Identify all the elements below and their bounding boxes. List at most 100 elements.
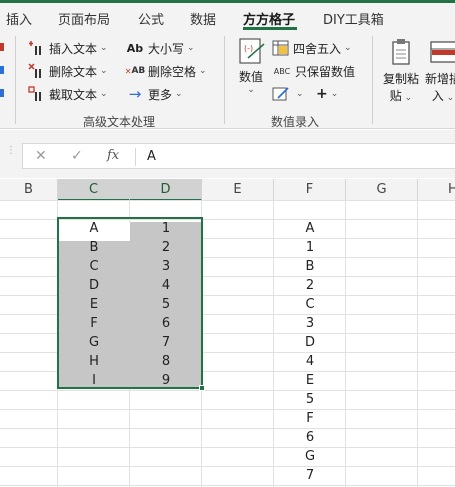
chevron-down-icon: ⌄: [330, 89, 339, 99]
more-button[interactable]: → 更多 ⌄: [125, 84, 183, 104]
cell-f[interactable]: 3: [274, 314, 346, 333]
copy-paste-label: 复制粘: [382, 72, 419, 86]
delete-space-label: 删除空格: [148, 64, 197, 79]
tab-formulas[interactable]: 公式: [138, 9, 164, 28]
grid-line: [0, 466, 455, 467]
formula-bar-area: ⋮ ✕ ✓ fx A: [0, 130, 455, 178]
cell-f[interactable]: 4: [274, 352, 346, 371]
delete-text-label: 删除文本: [49, 64, 98, 79]
cell-f[interactable]: 7: [274, 466, 346, 485]
clipped-icon: [0, 43, 4, 51]
column-header-e[interactable]: E: [202, 179, 274, 201]
group-label-number-input: 数值录入: [271, 115, 320, 129]
group-separator: [224, 36, 225, 124]
grid-line: [417, 201, 418, 487]
grid-line: [0, 428, 455, 429]
cut-text-label: 截取文本: [49, 87, 98, 102]
fx-icon[interactable]: fx: [107, 148, 119, 163]
chevron-down-icon: ⌄: [100, 89, 108, 99]
chevron-down-icon: ⌄: [187, 43, 195, 53]
round-button[interactable]: 四舍五入 ⌄: [272, 38, 352, 58]
cancel-icon[interactable]: ✕: [35, 148, 47, 164]
case-label: 大小写: [148, 41, 185, 56]
round-icon: [272, 40, 290, 56]
cell-f[interactable]: G: [274, 447, 346, 466]
tab-diy-toolbox[interactable]: DIY工具箱: [323, 9, 384, 28]
delete-space-button[interactable]: ✕ AB 删除空格 ⌄: [125, 61, 207, 81]
column-header-d[interactable]: D: [130, 179, 202, 201]
formula-bar-separator: [135, 148, 136, 166]
tab-page-layout[interactable]: 页面布局: [58, 9, 110, 28]
fill-handle[interactable]: [199, 385, 205, 391]
insert-add-label-line2: 入 ⌄: [431, 89, 455, 103]
chevron-down-icon: ⌄: [175, 89, 183, 99]
copy-paste-label-line2: 贴 ⌄: [389, 89, 413, 103]
cell-f[interactable]: C: [274, 295, 346, 314]
grid-line: [0, 485, 455, 486]
more-label: 更多: [148, 87, 173, 102]
chevron-down-icon: ⌄: [296, 89, 304, 99]
grid-line: [0, 200, 455, 201]
formula-bar: ✕ ✓ fx A: [22, 143, 455, 169]
case-icon: Ab: [126, 41, 144, 55]
cell-f[interactable]: B: [274, 257, 346, 276]
insert-add-button[interactable]: 新增插 入 ⌄: [423, 38, 455, 104]
cell-f[interactable]: E: [274, 371, 346, 390]
chevron-down-icon: ⌄: [344, 43, 352, 53]
keep-value-icon: ABC: [273, 66, 291, 76]
cell-f[interactable]: 1: [274, 238, 346, 257]
chevron-down-icon: ⌄: [100, 66, 108, 76]
group-separator: [15, 36, 16, 124]
group-label-text-processing: 高级文本处理: [83, 115, 156, 129]
insert-add-label: 新增插: [424, 72, 455, 86]
confirm-icon[interactable]: ✓: [71, 148, 83, 164]
ribbon: 插入文本 ⌄ 删除文本 ⌄ 截取文本 ⌄ Ab 大小写 ⌄ ✕ AB 删除空格 ⌄…: [0, 30, 455, 129]
grid-line: [0, 447, 455, 448]
column-header-g[interactable]: G: [346, 179, 418, 201]
formula-input[interactable]: A: [147, 149, 156, 164]
value-button[interactable]: (-) 数值 ⌄: [234, 36, 268, 95]
cell-f[interactable]: 5: [274, 390, 346, 409]
group-separator: [372, 36, 373, 124]
value-label: 数值: [238, 70, 263, 84]
fill-edit-button[interactable]: ⌄: [272, 84, 304, 104]
drag-handle-icon[interactable]: ⋮: [6, 146, 16, 156]
cell-f[interactable]: A: [274, 219, 346, 238]
grid-line: [0, 409, 455, 410]
tab-data[interactable]: 数据: [190, 9, 216, 28]
plus-button[interactable]: + ⌄: [316, 84, 338, 104]
clipboard-icon: [386, 38, 416, 68]
column-header-b[interactable]: B: [0, 179, 58, 201]
column-header-c[interactable]: C: [58, 179, 130, 201]
plus-icon: +: [316, 86, 328, 102]
round-label: 四舍五入: [293, 41, 342, 56]
ribbon-tabs: 插入 页面布局 公式 数据 方方格子 DIY工具箱: [0, 3, 455, 30]
delete-text-icon: [28, 63, 46, 79]
edit-pencil-icon: [272, 86, 290, 102]
tab-insert[interactable]: 插入: [6, 9, 32, 28]
svg-text:(-): (-): [244, 44, 253, 53]
delete-text-button[interactable]: 删除文本 ⌄: [28, 61, 108, 81]
copy-paste-button[interactable]: 复制粘 贴 ⌄: [380, 38, 422, 104]
arrow-right-icon: →: [128, 85, 142, 103]
cell-f[interactable]: 6: [274, 428, 346, 447]
cell-f[interactable]: F: [274, 409, 346, 428]
selection-border: [57, 217, 203, 389]
insert-text-button[interactable]: 插入文本 ⌄: [28, 38, 108, 58]
cell-f[interactable]: 2: [274, 276, 346, 295]
delete-space-icon: ✕ AB: [124, 66, 146, 76]
cut-text-icon: [28, 86, 46, 102]
tab-fangfang-gezi[interactable]: 方方格子: [243, 9, 295, 28]
keep-value-button[interactable]: ABC 只保留数值: [272, 61, 355, 81]
insert-text-label: 插入文本: [49, 41, 98, 56]
case-button[interactable]: Ab 大小写 ⌄: [125, 38, 195, 58]
chevron-down-icon: ⌄: [247, 85, 255, 95]
insert-table-icon: [428, 38, 455, 68]
chevron-down-icon: ⌄: [199, 66, 207, 76]
clipped-icon: [0, 89, 4, 97]
cut-text-button[interactable]: 截取文本 ⌄: [28, 84, 108, 104]
column-header-h[interactable]: H: [418, 179, 455, 201]
cell-f[interactable]: D: [274, 333, 346, 352]
column-header-f[interactable]: F: [274, 179, 346, 201]
clipped-icon: [0, 66, 4, 74]
